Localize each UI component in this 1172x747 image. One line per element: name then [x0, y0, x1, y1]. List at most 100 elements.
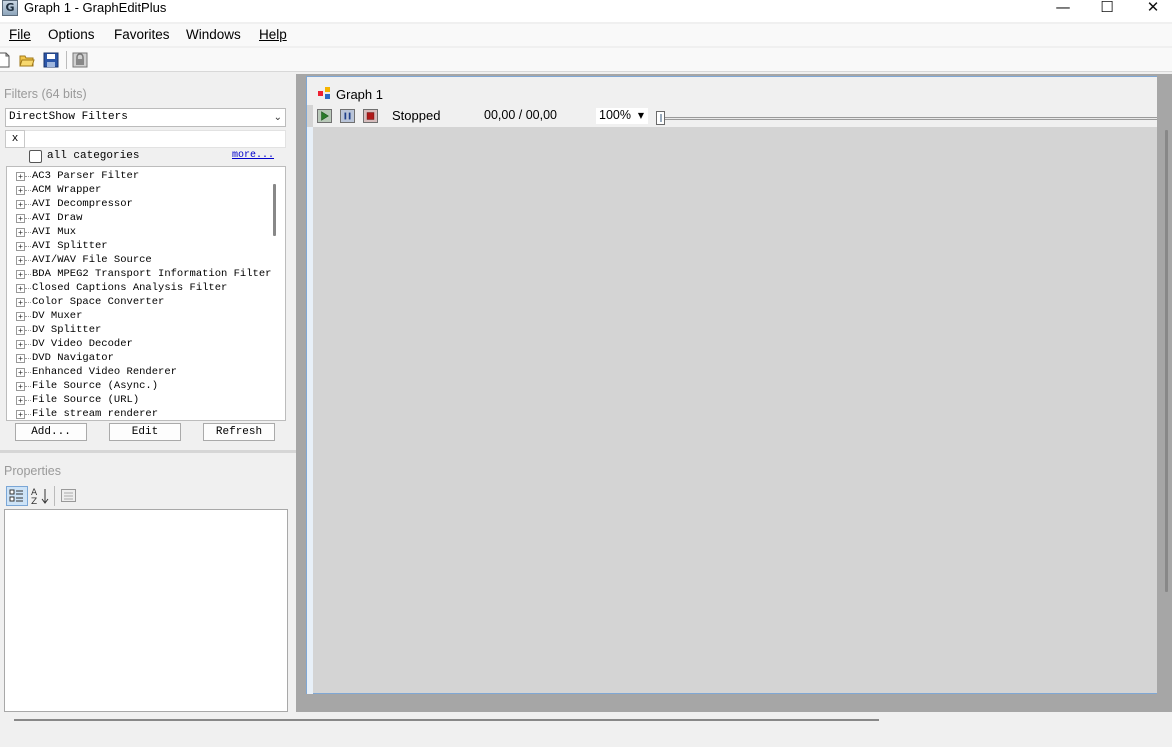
filter-tree-item[interactable]: + AVI Mux [7, 225, 277, 239]
property-pages-icon[interactable] [60, 487, 78, 505]
more-link[interactable]: more... [232, 150, 274, 162]
filter-search-input[interactable] [5, 130, 286, 148]
filter-tree-item[interactable]: + DV Muxer [7, 309, 277, 323]
pause-icon[interactable] [340, 109, 355, 123]
filter-tree-item-label: DV Video Decoder [32, 338, 133, 350]
tree-connector [25, 330, 31, 331]
expand-plus-icon[interactable]: + [16, 382, 25, 391]
expand-plus-icon[interactable]: + [16, 214, 25, 223]
filter-tree-item[interactable]: + AVI Draw [7, 211, 277, 225]
expand-plus-icon[interactable]: + [16, 242, 25, 251]
filter-tree-item[interactable]: + Closed Captions Analysis Filter [7, 281, 277, 295]
tree-connector [25, 302, 31, 303]
lock-icon[interactable] [72, 52, 88, 68]
filter-tree-item[interactable]: + ACM Wrapper [7, 183, 277, 197]
zoom-select[interactable]: 100% ▼ [596, 108, 648, 124]
edit-filter-button[interactable]: Edit [109, 423, 181, 441]
filter-tree-item[interactable]: + BDA MPEG2 Transport Information Filter [7, 267, 277, 281]
filter-tree-item[interactable]: + Enhanced Video Renderer [7, 365, 277, 379]
filter-tree-item-label: File stream renderer [32, 408, 159, 420]
chevron-down-icon: ⌄ [273, 112, 282, 123]
expand-plus-icon[interactable]: + [16, 186, 25, 195]
expand-plus-icon[interactable]: + [16, 200, 25, 209]
filter-tree-item[interactable]: + DV Splitter [7, 323, 277, 337]
expand-plus-icon[interactable]: + [16, 312, 25, 321]
horizontal-scrollbar[interactable] [14, 719, 879, 721]
dropdown-arrow-icon: ▼ [637, 111, 644, 120]
expand-plus-icon[interactable]: + [16, 396, 25, 405]
tree-connector [25, 274, 31, 275]
playback-time: 00,00 / 00,00 [484, 108, 557, 122]
filter-tree-item[interactable]: + File Source (URL) [7, 393, 277, 407]
expand-plus-icon[interactable]: + [16, 368, 25, 377]
refresh-button[interactable]: Refresh [203, 423, 275, 441]
tree-connector [25, 176, 31, 177]
filter-tree-item[interactable]: + AVI Decompressor [7, 197, 277, 211]
open-folder-icon[interactable] [19, 52, 35, 68]
filter-tree-item-label: AVI/WAV File Source [32, 254, 152, 266]
zoom-value: 100% [599, 108, 631, 122]
main-toolbar [0, 48, 1172, 72]
tree-connector [25, 400, 31, 401]
seek-slider-thumb[interactable] [656, 111, 665, 125]
expand-plus-icon[interactable]: + [16, 256, 25, 265]
tree-connector [25, 218, 31, 219]
expand-plus-icon[interactable]: + [16, 326, 25, 335]
add-filter-button[interactable]: Add... [15, 423, 87, 441]
filter-tree-item[interactable]: + Color Space Converter [7, 295, 277, 309]
expand-plus-icon[interactable]: + [16, 410, 25, 419]
filter-tree[interactable]: + AC3 Parser Filter + ACM Wrapper + AVI Decom… [6, 166, 286, 421]
filter-tree-item-label: File Source (Async.) [32, 380, 159, 392]
stop-icon[interactable] [363, 109, 378, 123]
new-document-icon[interactable] [0, 52, 12, 68]
filter-tree-item-label: File Source (URL) [32, 394, 140, 406]
expand-plus-icon[interactable]: + [16, 270, 25, 279]
expand-plus-icon[interactable]: + [16, 340, 25, 349]
filter-source-select[interactable]: DirectShow Filters ⌄ [5, 108, 286, 127]
seek-slider-track[interactable] [662, 117, 1157, 120]
expand-plus-icon[interactable]: + [16, 354, 25, 363]
filter-tree-item[interactable]: + AC3 Parser Filter [7, 169, 277, 183]
play-icon[interactable] [317, 109, 332, 123]
filter-list-scrollbar[interactable] [273, 184, 276, 236]
expand-plus-icon[interactable]: + [16, 172, 25, 181]
mdi-vertical-scrollbar[interactable] [1165, 130, 1168, 592]
menu-file-label: File [9, 27, 31, 42]
filter-tree-item[interactable]: + DV Video Decoder [7, 337, 277, 351]
filter-tree-item-label: DV Splitter [32, 324, 102, 336]
graph-canvas[interactable] [313, 127, 1157, 693]
sort-alphabetical-icon[interactable]: AZ [30, 486, 50, 506]
maximize-icon[interactable]: ☐ [1084, 0, 1130, 16]
app-icon[interactable]: G [2, 0, 18, 16]
filter-tree-item[interactable]: + AVI Splitter [7, 239, 277, 253]
filter-tree-item[interactable]: + AVI/WAV File Source [7, 253, 277, 267]
tree-connector [25, 260, 31, 261]
filter-tree-item[interactable]: + File Source (Async.) [7, 379, 277, 393]
expand-plus-icon[interactable]: + [16, 228, 25, 237]
filter-tree-item-label: AVI Mux [32, 226, 77, 238]
categorized-view-icon[interactable] [6, 486, 28, 506]
toolbar-separator [66, 51, 67, 69]
filter-tree-item[interactable]: + DVD Navigator [7, 351, 277, 365]
properties-toolbar-separator [54, 486, 55, 506]
expand-plus-icon[interactable]: + [16, 284, 25, 293]
close-icon[interactable]: ✕ [1130, 0, 1172, 16]
minimize-icon[interactable]: — [1040, 0, 1086, 16]
menu-file[interactable]: File [9, 27, 31, 43]
filter-tree-item[interactable]: + File stream renderer [7, 407, 277, 420]
tree-connector [25, 386, 31, 387]
clear-search-button[interactable]: x [5, 130, 25, 148]
all-categories-checkbox[interactable] [29, 150, 42, 163]
menu-windows[interactable]: Windows [186, 27, 241, 43]
filter-tree-item-label: BDA MPEG2 Transport Information Filter [32, 268, 272, 280]
save-disk-icon[interactable] [43, 52, 59, 68]
title-bar [0, 0, 1172, 22]
status-bar [0, 712, 1172, 747]
menu-options[interactable]: Options [48, 27, 95, 43]
menu-favorites[interactable]: Favorites [114, 27, 170, 43]
menu-help[interactable]: Help [259, 27, 287, 43]
slider-grip-icon [660, 114, 662, 122]
expand-plus-icon[interactable]: + [16, 298, 25, 307]
panel-splitter[interactable] [0, 450, 296, 453]
properties-grid[interactable] [4, 509, 288, 712]
